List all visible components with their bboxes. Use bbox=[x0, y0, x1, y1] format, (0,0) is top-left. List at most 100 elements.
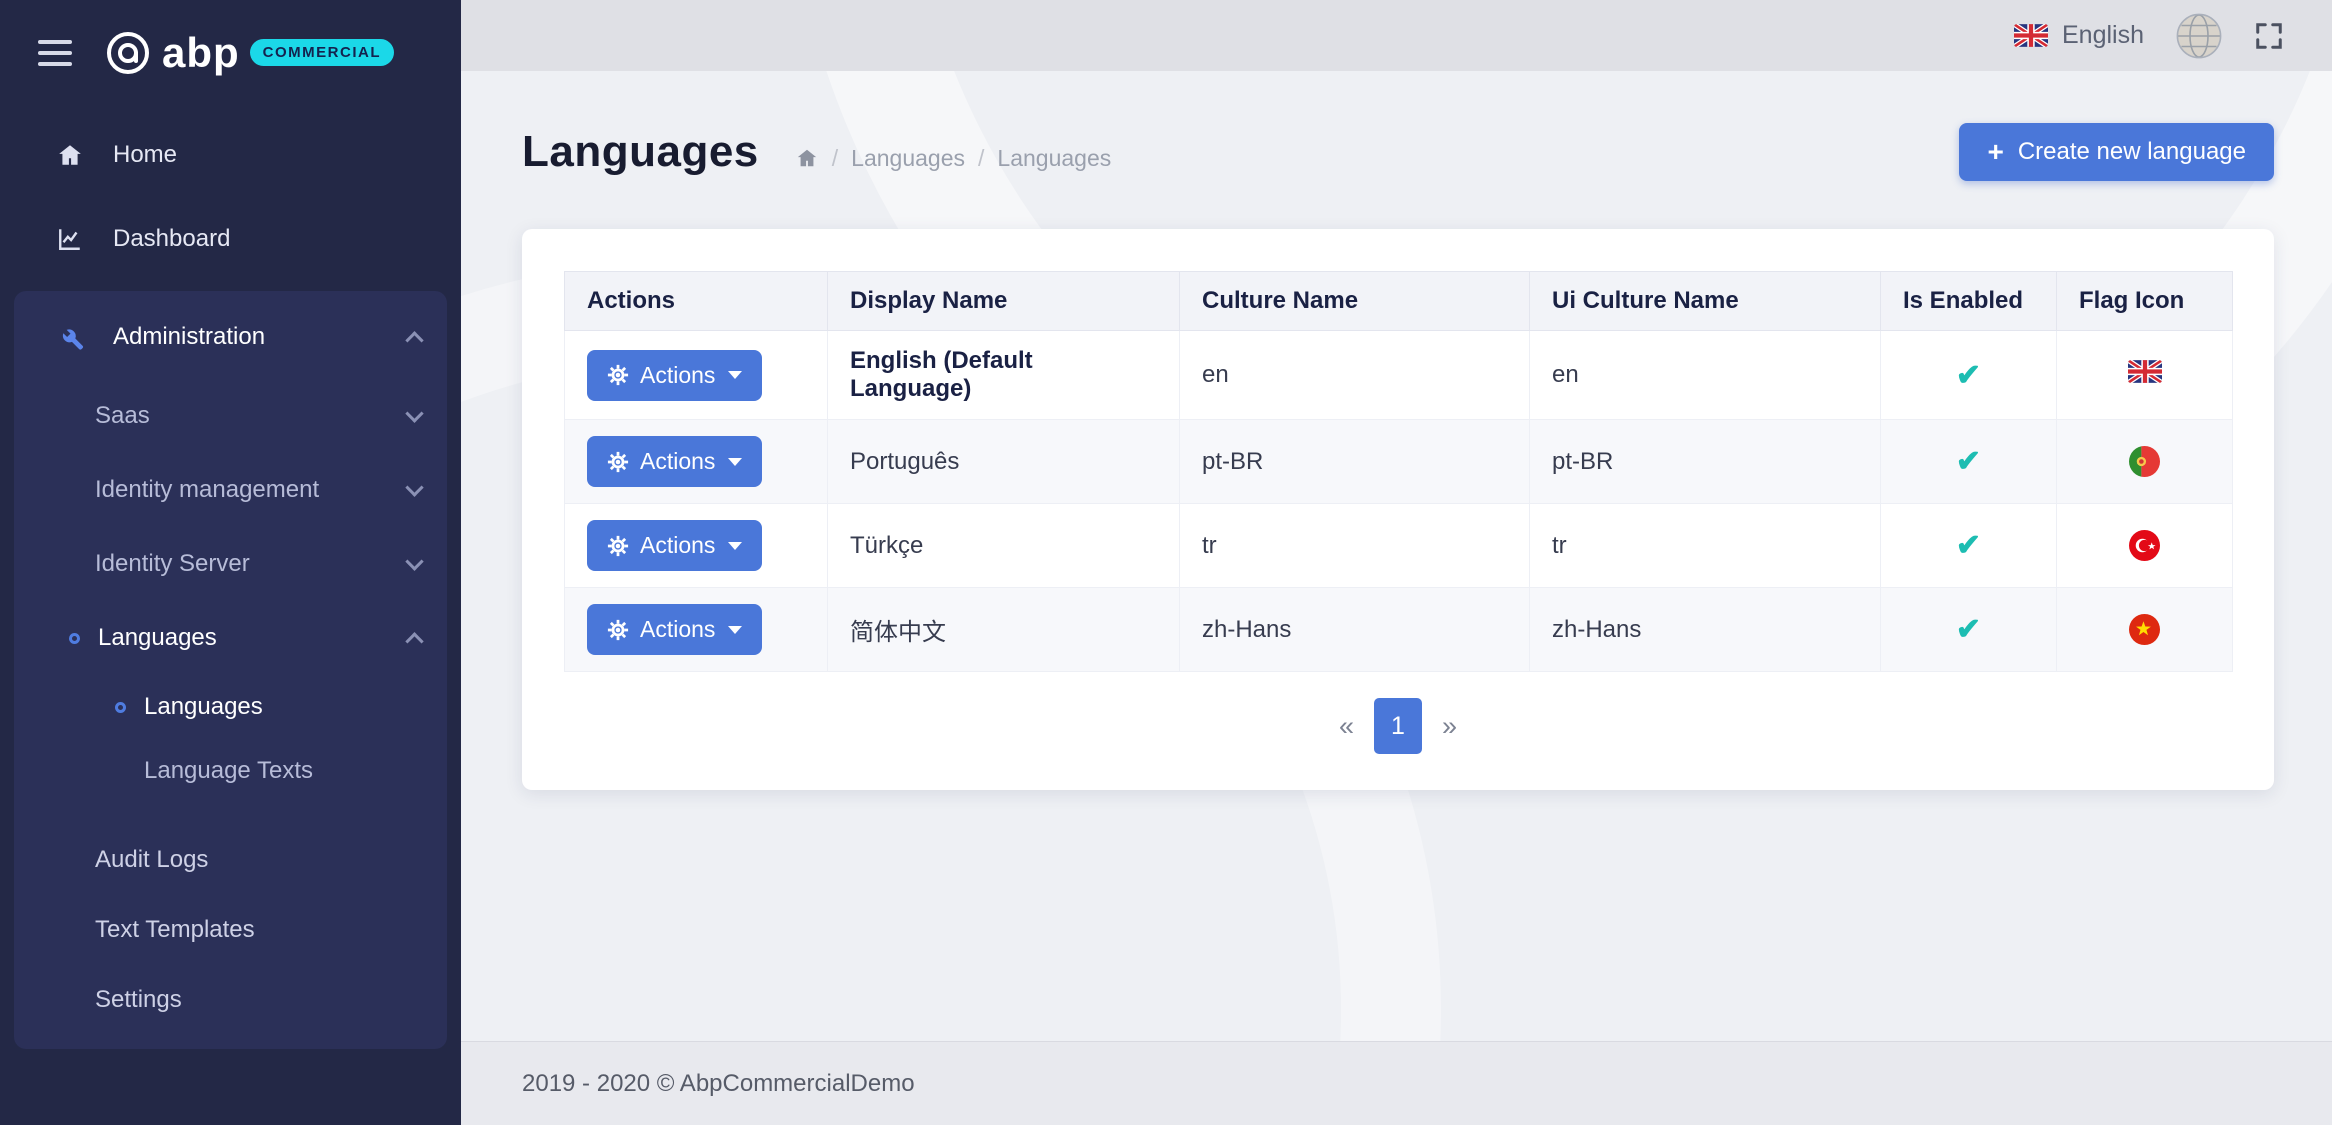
footer: 2019 - 2020 © AbpCommercialDemo bbox=[461, 1041, 2332, 1125]
sidebar-item-saas[interactable]: Saas bbox=[14, 379, 447, 453]
sidebar-nav: Home Dashboard Administration Saas Ident… bbox=[0, 105, 461, 1049]
sidebar-item-label: Settings bbox=[95, 986, 182, 1014]
create-new-language-button[interactable]: + Create new language bbox=[1959, 123, 2274, 181]
sidebar-item-language-texts[interactable]: Language Texts bbox=[14, 739, 447, 803]
languages-table: Actions Display Name Culture Name Ui Cul… bbox=[564, 271, 2233, 672]
dot-icon bbox=[69, 633, 80, 644]
breadcrumb-separator: / bbox=[978, 145, 984, 172]
column-header-ui-culture-name: Ui Culture Name bbox=[1530, 272, 1881, 331]
culture-name-cell: en bbox=[1180, 331, 1530, 420]
check-icon: ✔ bbox=[1956, 359, 1981, 392]
breadcrumb-home-icon[interactable] bbox=[795, 147, 819, 169]
sidebar-item-audit-logs[interactable]: Audit Logs bbox=[14, 825, 447, 895]
abp-logo-mark-icon bbox=[106, 31, 150, 75]
breadcrumb-separator: / bbox=[832, 145, 838, 172]
check-icon: ✔ bbox=[1956, 445, 1981, 478]
table-row: Actions English (Default Language) en en… bbox=[565, 331, 2233, 420]
sidebar-item-label: Languages bbox=[98, 624, 217, 652]
sidebar-item-label: Text Templates bbox=[95, 916, 255, 944]
gear-icon bbox=[607, 364, 629, 386]
page-title: Languages bbox=[522, 127, 759, 177]
sidebar-item-label: Saas bbox=[95, 402, 150, 430]
dot-icon bbox=[115, 702, 126, 713]
chevron-up-icon bbox=[405, 331, 423, 349]
chevron-down-icon bbox=[405, 478, 423, 496]
sidebar-item-dashboard[interactable]: Dashboard bbox=[0, 197, 461, 281]
abp-logo[interactable]: abp COMMERCIAL bbox=[106, 29, 394, 77]
culture-name-cell: pt-BR bbox=[1180, 420, 1530, 504]
column-header-display-name: Display Name bbox=[828, 272, 1180, 331]
display-name-cell: Türkçe bbox=[828, 504, 1180, 588]
ui-culture-name-cell: pt-BR bbox=[1530, 420, 1881, 504]
chevron-down-icon bbox=[405, 404, 423, 422]
sidebar-item-settings[interactable]: Settings bbox=[14, 965, 447, 1035]
sidebar: abp COMMERCIAL Home Dashboard Administra… bbox=[0, 0, 461, 1125]
sidebar-item-identity-management[interactable]: Identity management bbox=[14, 453, 447, 527]
china-flag-icon bbox=[2129, 614, 2160, 645]
language-selector[interactable]: English bbox=[2014, 21, 2144, 50]
gear-icon bbox=[607, 451, 629, 473]
display-name-cell: 简体中文 bbox=[828, 588, 1180, 672]
breadcrumb-item[interactable]: Languages bbox=[997, 145, 1111, 172]
sidebar-item-identity-server[interactable]: Identity Server bbox=[14, 527, 447, 601]
column-header-flag-icon: Flag Icon bbox=[2057, 272, 2233, 331]
fullscreen-icon[interactable] bbox=[2254, 21, 2284, 51]
caret-down-icon bbox=[728, 371, 742, 379]
administration-group: Administration Saas Identity management … bbox=[14, 291, 447, 1049]
chart-icon bbox=[55, 226, 85, 252]
column-header-culture-name: Culture Name bbox=[1180, 272, 1530, 331]
ui-culture-name-cell: zh-Hans bbox=[1530, 588, 1881, 672]
sidebar-item-label: Administration bbox=[113, 323, 265, 351]
table-row: Actions Türkçe tr tr ✔ bbox=[565, 504, 2233, 588]
pagination-next-button[interactable]: » bbox=[1422, 711, 1477, 742]
sidebar-item-languages-child[interactable]: Languages bbox=[14, 675, 447, 739]
user-avatar[interactable] bbox=[2176, 13, 2222, 59]
sidebar-item-label: Language Texts bbox=[144, 757, 313, 785]
table-row: Actions Português pt-BR pt-BR ✔ bbox=[565, 420, 2233, 504]
page-header: Languages / Languages / Languages + Crea… bbox=[522, 123, 2274, 181]
caret-down-icon bbox=[728, 626, 742, 634]
uk-flag-icon bbox=[2014, 24, 2048, 47]
portugal-flag-icon bbox=[2129, 446, 2160, 477]
gear-icon bbox=[607, 535, 629, 557]
display-name-cell: English (Default Language) bbox=[828, 331, 1180, 420]
culture-name-cell: zh-Hans bbox=[1180, 588, 1530, 672]
actions-dropdown-button[interactable]: Actions bbox=[587, 604, 762, 655]
check-icon: ✔ bbox=[1956, 529, 1981, 562]
turkey-flag-icon bbox=[2129, 530, 2160, 561]
breadcrumb-item[interactable]: Languages bbox=[851, 145, 965, 172]
caret-down-icon bbox=[728, 542, 742, 550]
sidebar-item-label: Audit Logs bbox=[95, 846, 208, 874]
culture-name-cell: tr bbox=[1180, 504, 1530, 588]
actions-dropdown-button[interactable]: Actions bbox=[587, 350, 762, 401]
menu-toggle-icon[interactable] bbox=[38, 40, 72, 66]
sidebar-item-text-templates[interactable]: Text Templates bbox=[14, 895, 447, 965]
home-icon bbox=[55, 142, 85, 168]
plus-icon: + bbox=[1987, 138, 2003, 166]
check-icon: ✔ bbox=[1956, 613, 1981, 646]
column-header-is-enabled: Is Enabled bbox=[1881, 272, 2057, 331]
pagination-page-1-button[interactable]: 1 bbox=[1374, 698, 1422, 754]
pagination-prev-button[interactable]: « bbox=[1319, 711, 1374, 742]
wrench-icon bbox=[55, 324, 85, 351]
sidebar-item-administration[interactable]: Administration bbox=[14, 295, 447, 379]
actions-dropdown-button[interactable]: Actions bbox=[587, 436, 762, 487]
chevron-up-icon bbox=[405, 632, 423, 650]
sidebar-item-label: Languages bbox=[144, 693, 263, 721]
chevron-down-icon bbox=[405, 552, 423, 570]
sidebar-header: abp COMMERCIAL bbox=[0, 0, 461, 105]
gear-icon bbox=[607, 619, 629, 641]
ui-culture-name-cell: tr bbox=[1530, 504, 1881, 588]
logo-text: abp bbox=[162, 29, 240, 77]
sidebar-item-label: Identity management bbox=[95, 476, 319, 504]
topbar: English bbox=[461, 0, 2332, 71]
sidebar-item-home[interactable]: Home bbox=[0, 113, 461, 197]
sidebar-item-label: Identity Server bbox=[95, 550, 250, 578]
column-header-actions: Actions bbox=[565, 272, 828, 331]
language-label: English bbox=[2062, 21, 2144, 50]
logo-commercial-badge: COMMERCIAL bbox=[250, 39, 394, 66]
pagination: « 1 » bbox=[564, 698, 2232, 754]
sidebar-item-languages[interactable]: Languages bbox=[14, 601, 447, 675]
actions-dropdown-button[interactable]: Actions bbox=[587, 520, 762, 571]
languages-table-card: Actions Display Name Culture Name Ui Cul… bbox=[522, 229, 2274, 790]
